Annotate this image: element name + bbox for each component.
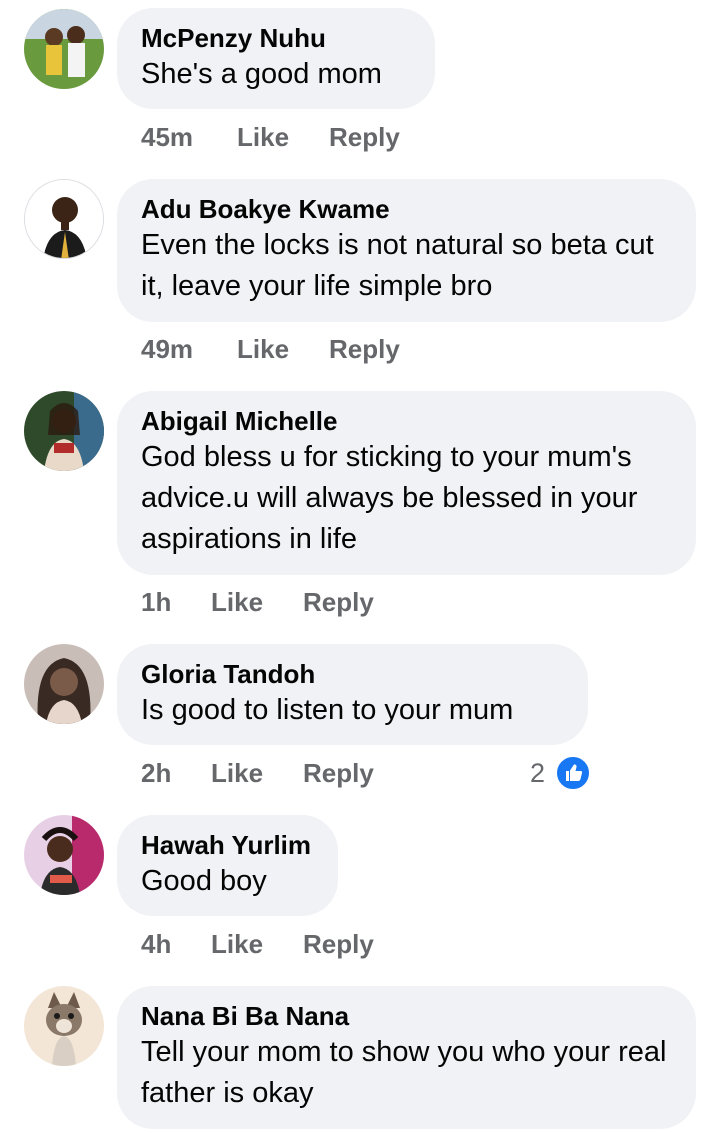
like-button[interactable]: Like (211, 926, 263, 962)
comment-text: Tell your mom to show you who your real … (141, 1036, 667, 1109)
comment-text: Is good to listen to your mum (141, 694, 514, 726)
comment-author[interactable]: McPenzy Nuhu (141, 22, 411, 54)
comment-text: She's a good mom (141, 58, 382, 90)
comment-bubble: Nana Bi Ba Nana Tell your mom to show yo… (117, 986, 696, 1129)
reaction-count: 2 (530, 758, 546, 788)
comment-text: Good boy (141, 865, 267, 897)
reply-button[interactable]: Reply (303, 926, 374, 962)
comment-bubble: Gloria Tandoh Is good to listen to your … (117, 644, 588, 745)
reply-button[interactable]: Reply (329, 119, 400, 155)
comment-author[interactable]: Gloria Tandoh (141, 658, 564, 690)
comment-author[interactable]: Nana Bi Ba Nana (141, 1000, 672, 1032)
comment-author[interactable]: Abigail Michelle (141, 405, 672, 437)
comment-author[interactable]: Adu Boakye Kwame (141, 193, 672, 225)
reaction-summary[interactable]: 2 (530, 755, 545, 791)
like-button[interactable]: Like (211, 755, 263, 791)
comment-time[interactable]: 49m (141, 331, 193, 367)
comment-author[interactable]: Hawah Yurlim (141, 829, 314, 861)
comment-bubble: McPenzy Nuhu She's a good mom (117, 8, 435, 109)
avatar[interactable] (24, 815, 104, 895)
comment-time[interactable]: 4h (141, 926, 171, 962)
reply-button[interactable]: Reply (329, 331, 400, 367)
avatar[interactable] (24, 986, 104, 1066)
comment-text: God bless u for sticking to your mum's a… (141, 441, 638, 555)
reply-button[interactable]: Reply (303, 584, 374, 620)
like-button[interactable]: Like (211, 584, 263, 620)
comment-time[interactable]: 45m (141, 119, 193, 155)
avatar[interactable] (24, 9, 104, 89)
avatar[interactable] (24, 644, 104, 724)
comment-bubble: Hawah Yurlim Good boy (117, 815, 338, 916)
avatar[interactable] (24, 391, 104, 471)
like-button[interactable]: Like (237, 119, 289, 155)
comment-time[interactable]: 1h (141, 584, 171, 620)
comment-text: Even the locks is not natural so beta cu… (141, 229, 654, 302)
comment-time[interactable]: 2h (141, 755, 171, 791)
like-button[interactable]: Like (237, 331, 289, 367)
comment-bubble: Abigail Michelle God bless u for stickin… (117, 391, 696, 575)
avatar[interactable] (24, 179, 104, 259)
reply-button[interactable]: Reply (303, 755, 374, 791)
like-reaction-icon (555, 755, 591, 791)
comment-bubble: Adu Boakye Kwame Even the locks is not n… (117, 179, 696, 322)
